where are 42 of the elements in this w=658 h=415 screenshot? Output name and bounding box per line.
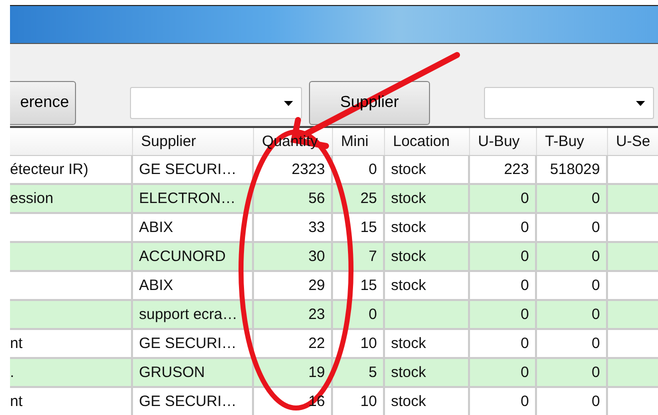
column-header[interactable]: Mini	[333, 128, 385, 155]
table-cell: 0	[470, 301, 537, 330]
caret-icon	[284, 101, 293, 106]
table-cell: ession	[10, 185, 133, 214]
table-cell: GRUSON	[133, 359, 254, 388]
table-cell: GE SECURI…	[133, 388, 254, 415]
table-cell: stock	[385, 388, 470, 415]
table-cell: 56	[254, 185, 333, 214]
table-cell: 0	[537, 243, 608, 272]
table-cell: 0	[537, 185, 608, 214]
table-cell: 0	[470, 185, 537, 214]
table-cell: 0	[470, 359, 537, 388]
dropdown-field[interactable]	[130, 87, 302, 119]
table-cell: support ecra…	[133, 301, 254, 330]
column-header[interactable]: U-Buy	[470, 128, 537, 155]
table-cell: 23	[254, 301, 333, 330]
dropdown-field[interactable]	[484, 87, 654, 119]
table-cell: ACCUNORD	[133, 243, 254, 272]
column-header[interactable]: Supplier	[133, 128, 254, 155]
table-cell: stock	[385, 243, 470, 272]
table-cell: 0	[470, 388, 537, 415]
table-cell: 19	[254, 359, 333, 388]
table-cell: nt	[10, 388, 133, 415]
table-cell: 0	[333, 301, 385, 330]
toolbar-button[interactable]: erence	[10, 81, 76, 125]
table-cell: stock	[385, 359, 470, 388]
table-cell: ELECTRON…	[133, 185, 254, 214]
table-cell: 0	[470, 243, 537, 272]
column-header[interactable]: U-Se	[608, 128, 658, 155]
table-cell: 30	[254, 243, 333, 272]
table-cell: 7	[333, 243, 385, 272]
table-cell: 5	[333, 359, 385, 388]
column-header[interactable]: T-Buy	[537, 128, 608, 155]
table-cell: 0	[537, 301, 608, 330]
table-cell: .	[10, 359, 133, 388]
table-cell: 10	[333, 388, 385, 415]
column-header[interactable]: Location	[385, 128, 470, 155]
table-cell: 0	[537, 359, 608, 388]
table-cell: 25	[333, 185, 385, 214]
caret-icon	[636, 101, 645, 106]
table-cell: 0	[537, 388, 608, 415]
table-cell: stock	[385, 185, 470, 214]
